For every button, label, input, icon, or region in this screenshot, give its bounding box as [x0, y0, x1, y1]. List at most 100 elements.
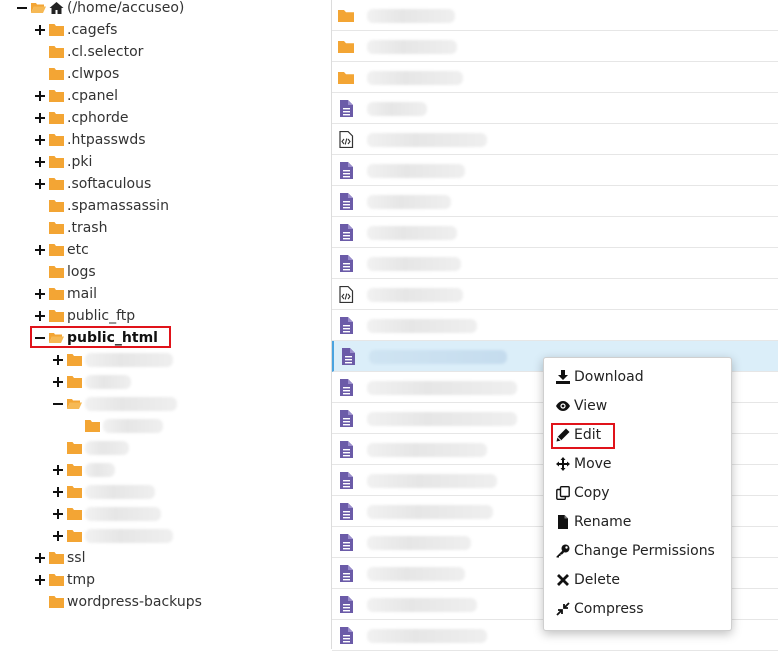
menu-item-download[interactable]: Download	[556, 366, 644, 388]
tree-item-cphorde[interactable]: .cphorde	[34, 108, 128, 128]
tree-item-cagefs[interactable]: .cagefs	[34, 20, 117, 40]
file-row[interactable]	[332, 248, 778, 279]
tree-subitem[interactable]	[52, 372, 131, 392]
blurred-name	[367, 9, 455, 23]
blurred-name	[85, 507, 161, 521]
file-row[interactable]	[332, 186, 778, 217]
tree-subitem[interactable]	[70, 416, 163, 436]
folder-icon	[67, 530, 82, 542]
collapse-toggle[interactable]	[16, 2, 28, 14]
tree-item-label: .pki	[67, 154, 93, 170]
tree-item-softaculous[interactable]: .softaculous	[34, 174, 151, 194]
expand-toggle[interactable]	[34, 178, 46, 190]
expand-toggle[interactable]	[34, 288, 46, 300]
tree-item-cpanel[interactable]: .cpanel	[34, 86, 118, 106]
tree-subitem[interactable]	[52, 482, 155, 502]
folder-icon	[49, 112, 64, 124]
expand-toggle[interactable]	[34, 24, 46, 36]
folder-icon	[85, 420, 100, 432]
tree-item-mail[interactable]: mail	[34, 284, 97, 304]
blurred-name	[367, 443, 487, 457]
blurred-name	[369, 350, 507, 364]
tree-item-ssl[interactable]: ssl	[34, 548, 85, 568]
tree-subitem[interactable]	[52, 350, 173, 370]
blurred-name	[367, 319, 477, 333]
expand-toggle[interactable]	[34, 310, 46, 322]
file-row[interactable]	[332, 93, 778, 124]
tree-subitem[interactable]	[52, 394, 177, 414]
expand-toggle[interactable]	[52, 464, 64, 476]
expand-toggle[interactable]	[34, 90, 46, 102]
tree-subitem[interactable]	[52, 526, 173, 546]
menu-item-rename[interactable]: Rename	[556, 511, 631, 533]
tree-item-label: tmp	[67, 572, 96, 588]
tree-item-tmp[interactable]: tmp	[34, 570, 95, 590]
expand-toggle[interactable]	[34, 244, 46, 256]
move-arrows-icon	[556, 457, 570, 471]
tree-subitem[interactable]	[52, 504, 161, 524]
menu-item-label: Move	[574, 456, 612, 472]
file-row[interactable]	[332, 155, 778, 186]
menu-item-change-permissions[interactable]: Change Permissions	[556, 540, 715, 562]
menu-item-label: Delete	[574, 572, 620, 588]
tree-item-cl-selector[interactable]: .cl.selector	[34, 42, 143, 62]
tree-item-spamassassin[interactable]: .spamassassin	[34, 196, 169, 216]
folder-icon	[49, 552, 64, 564]
menu-item-delete[interactable]: Delete	[556, 569, 620, 591]
expand-toggle[interactable]	[52, 376, 64, 388]
tree-item-public-ftp[interactable]: public_ftp	[34, 306, 135, 326]
home-icon	[49, 2, 64, 14]
tree-item-pki[interactable]: .pki	[34, 152, 92, 172]
blurred-name	[85, 485, 155, 499]
blurred-name	[367, 133, 487, 147]
collapse-toggle[interactable]	[52, 398, 64, 410]
file-row[interactable]	[332, 62, 778, 93]
folder-icon	[49, 596, 64, 608]
file-row[interactable]	[332, 0, 778, 31]
file-row[interactable]	[332, 124, 778, 155]
text-file-icon	[340, 596, 353, 613]
tree-item-etc[interactable]: etc	[34, 240, 89, 260]
menu-item-compress[interactable]: Compress	[556, 598, 644, 620]
file-row[interactable]	[332, 217, 778, 248]
x-icon	[557, 574, 569, 586]
expand-toggle[interactable]	[34, 552, 46, 564]
menu-item-view[interactable]: View	[556, 395, 607, 417]
folder-icon	[338, 10, 354, 22]
menu-item-copy[interactable]: Copy	[556, 482, 610, 504]
tree-item-wordpress-backups[interactable]: wordpress-backups	[34, 592, 202, 612]
file-row[interactable]	[332, 31, 778, 62]
blurred-name	[103, 419, 163, 433]
tree-item-htpasswds[interactable]: .htpasswds	[34, 130, 146, 150]
tree-item-trash[interactable]: .trash	[34, 218, 107, 238]
eye-icon	[556, 401, 570, 411]
expand-toggle[interactable]	[34, 156, 46, 168]
folder-tree: (/home/accuseo) .cagefs .cl.selector .cl…	[0, 0, 331, 649]
blurred-name	[367, 102, 427, 116]
context-menu: Download View Edit Move Copy Rename Chan…	[543, 357, 732, 631]
expand-toggle[interactable]	[52, 530, 64, 542]
file-row[interactable]	[332, 310, 778, 341]
tree-subitem[interactable]	[52, 438, 129, 458]
folder-icon	[49, 90, 64, 102]
expand-toggle[interactable]	[34, 134, 46, 146]
tree-item-logs[interactable]: logs	[34, 262, 96, 282]
tree-item-label: .spamassassin	[67, 198, 169, 214]
blurred-name	[367, 598, 477, 612]
expand-toggle[interactable]	[52, 354, 64, 366]
expand-toggle[interactable]	[52, 486, 64, 498]
menu-item-move[interactable]: Move	[556, 453, 612, 475]
blurred-name	[367, 164, 465, 178]
tree-item-clwpos[interactable]: .clwpos	[34, 64, 119, 84]
tree-root[interactable]: (/home/accuseo)	[16, 0, 184, 18]
file-row[interactable]	[332, 279, 778, 310]
tree-item-label: etc	[67, 242, 89, 258]
expand-toggle[interactable]	[34, 112, 46, 124]
tree-subitem[interactable]	[52, 460, 115, 480]
tree-item-label: .clwpos	[67, 66, 120, 82]
folder-icon	[338, 41, 354, 53]
text-file-icon	[340, 410, 353, 427]
expand-toggle[interactable]	[52, 508, 64, 520]
expand-toggle[interactable]	[34, 574, 46, 586]
folder-icon	[67, 486, 82, 498]
